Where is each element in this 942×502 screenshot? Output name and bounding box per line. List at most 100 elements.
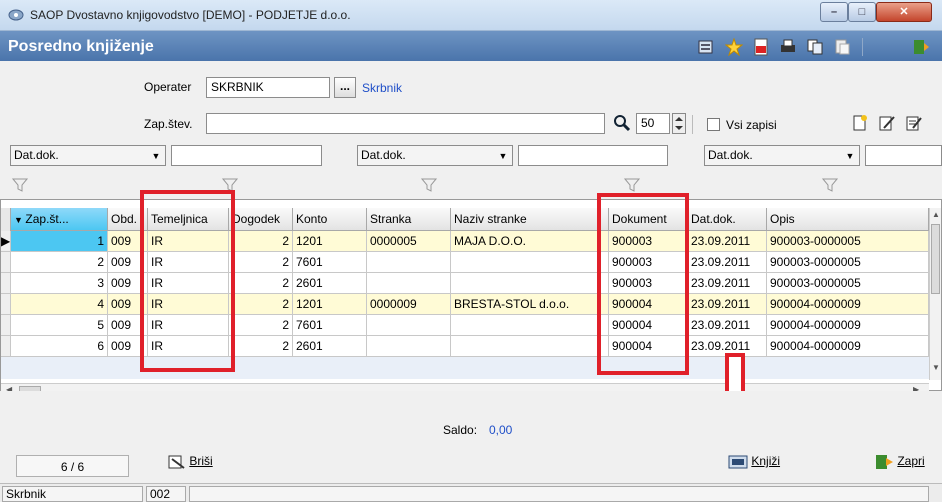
grid-settings-icon[interactable] [697, 38, 715, 56]
cell-konto[interactable]: 1201 [293, 231, 367, 252]
cell-opis[interactable]: 900003-0000005 [767, 252, 929, 273]
cell-dogodek[interactable]: 2 [229, 252, 293, 273]
vertical-scroll-thumb[interactable] [931, 224, 940, 294]
cell-dogodek[interactable]: 2 [229, 315, 293, 336]
row-indicator[interactable] [1, 294, 11, 315]
cell-datdok[interactable]: 23.09.2011 [688, 231, 767, 252]
chevron-down-icon: ▼ [151, 151, 161, 161]
funnel-icon[interactable] [822, 178, 838, 192]
maximize-button[interactable]: □ [848, 2, 876, 22]
post-ledger-icon [728, 455, 748, 469]
cell-stranka[interactable] [367, 273, 451, 294]
status-code: 002 [146, 486, 186, 502]
cell-datdok[interactable]: 23.09.2011 [688, 315, 767, 336]
zapstev-field[interactable] [206, 113, 605, 134]
cell-datdok[interactable]: 23.09.2011 [688, 294, 767, 315]
cell-opis[interactable]: 900003-0000005 [767, 273, 929, 294]
column-header-opis[interactable]: Opis [767, 208, 929, 231]
cell-naziv-stranke[interactable] [451, 273, 609, 294]
cell-opis[interactable]: 900004-0000009 [767, 315, 929, 336]
cell-konto[interactable]: 7601 [293, 252, 367, 273]
cell-stranka[interactable]: 0000009 [367, 294, 451, 315]
cell-stranka[interactable]: 0000005 [367, 231, 451, 252]
print-icon[interactable] [779, 38, 797, 56]
cell-dogodek[interactable]: 2 [229, 231, 293, 252]
brisi-button[interactable]: Briši [168, 454, 213, 474]
zapri-button[interactable]: Zapri [874, 454, 925, 474]
row-indicator[interactable] [1, 273, 11, 294]
form-divider [692, 115, 693, 134]
row-indicator[interactable] [1, 336, 11, 357]
cell-zapst[interactable]: 1 [11, 231, 108, 252]
funnel-icon[interactable] [12, 178, 28, 192]
filter-value-input-1[interactable] [171, 145, 322, 166]
window-title: SAOP Dvostavno knjigovodstvo [DEMO] - PO… [30, 8, 351, 22]
funnel-icon[interactable] [624, 178, 640, 192]
favorite-star-icon[interactable] [725, 38, 743, 56]
edit-list-icon[interactable] [905, 114, 923, 132]
close-window-button[interactable]: ✕ [876, 2, 932, 22]
count-spinner-icon[interactable] [672, 113, 686, 134]
cell-datdok[interactable]: 23.09.2011 [688, 252, 767, 273]
knjizi-button[interactable]: Knjiži [728, 454, 780, 474]
column-header-stranka[interactable]: Stranka [367, 208, 451, 231]
vertical-scrollbar[interactable]: ▲ ▼ [929, 208, 941, 380]
pdf-icon[interactable] [752, 38, 770, 56]
exit-door-icon[interactable] [912, 38, 930, 56]
cell-konto[interactable]: 2601 [293, 336, 367, 357]
cell-opis[interactable]: 900003-0000005 [767, 231, 929, 252]
column-header-zapst[interactable]: ▼ Zap.št... [11, 208, 108, 231]
scroll-down-icon[interactable]: ▼ [932, 363, 940, 372]
cell-konto[interactable]: 7601 [293, 315, 367, 336]
column-header-datdok[interactable]: Dat.dok. [688, 208, 767, 231]
filter-value-input-2[interactable] [518, 145, 668, 166]
operater-field[interactable]: SKRBNIK [206, 77, 330, 98]
cell-stranka[interactable] [367, 336, 451, 357]
record-count-field[interactable]: 50 [636, 113, 670, 134]
cell-zapst[interactable]: 6 [11, 336, 108, 357]
filter-value-input-3[interactable] [865, 145, 942, 166]
filter-field-select-3[interactable]: Dat.dok. ▼ [704, 145, 860, 166]
column-header-dogodek[interactable]: Dogodek [229, 208, 293, 231]
form-header: Posredno knjiženje [0, 31, 942, 61]
cell-naziv-stranke[interactable] [451, 315, 609, 336]
cell-konto[interactable]: 1201 [293, 294, 367, 315]
cell-dogodek[interactable]: 2 [229, 294, 293, 315]
filter-field-select-2[interactable]: Dat.dok. ▼ [357, 145, 513, 166]
cell-dogodek[interactable]: 2 [229, 273, 293, 294]
cell-zapst[interactable]: 2 [11, 252, 108, 273]
copy-icon[interactable] [806, 38, 824, 56]
cell-stranka[interactable] [367, 315, 451, 336]
cell-stranka[interactable] [367, 252, 451, 273]
paste-icon[interactable] [833, 38, 851, 56]
row-indicator-header [1, 208, 11, 231]
scroll-up-icon[interactable]: ▲ [932, 210, 940, 219]
status-message [189, 486, 929, 502]
cell-opis[interactable]: 900004-0000009 [767, 294, 929, 315]
new-document-icon[interactable] [851, 114, 869, 132]
cell-opis[interactable]: 900004-0000009 [767, 336, 929, 357]
edit-document-icon[interactable] [878, 114, 896, 132]
cell-konto[interactable]: 2601 [293, 273, 367, 294]
cell-zapst[interactable]: 4 [11, 294, 108, 315]
column-header-naziv-stranke[interactable]: Naziv stranke [451, 208, 609, 231]
column-header-konto[interactable]: Konto [293, 208, 367, 231]
operater-lookup-button[interactable]: ... [334, 77, 356, 98]
search-icon[interactable] [613, 114, 631, 132]
cell-naziv-stranke[interactable] [451, 252, 609, 273]
minimize-button[interactable]: – [820, 2, 848, 22]
row-indicator[interactable]: ▶ [1, 231, 11, 252]
row-indicator[interactable] [1, 252, 11, 273]
cell-dogodek[interactable]: 2 [229, 336, 293, 357]
cell-naziv-stranke[interactable] [451, 336, 609, 357]
filter-field-select-1[interactable]: Dat.dok. ▼ [10, 145, 166, 166]
cell-naziv-stranke[interactable]: MAJA D.O.O. [451, 231, 609, 252]
cell-zapst[interactable]: 5 [11, 315, 108, 336]
cell-naziv-stranke[interactable]: BRESTA-STOL d.o.o. [451, 294, 609, 315]
app-icon [8, 9, 24, 21]
vsi-zapisi-checkbox[interactable] [707, 118, 720, 131]
cell-datdok[interactable]: 23.09.2011 [688, 273, 767, 294]
row-indicator[interactable] [1, 315, 11, 336]
funnel-icon[interactable] [421, 178, 437, 192]
cell-zapst[interactable]: 3 [11, 273, 108, 294]
